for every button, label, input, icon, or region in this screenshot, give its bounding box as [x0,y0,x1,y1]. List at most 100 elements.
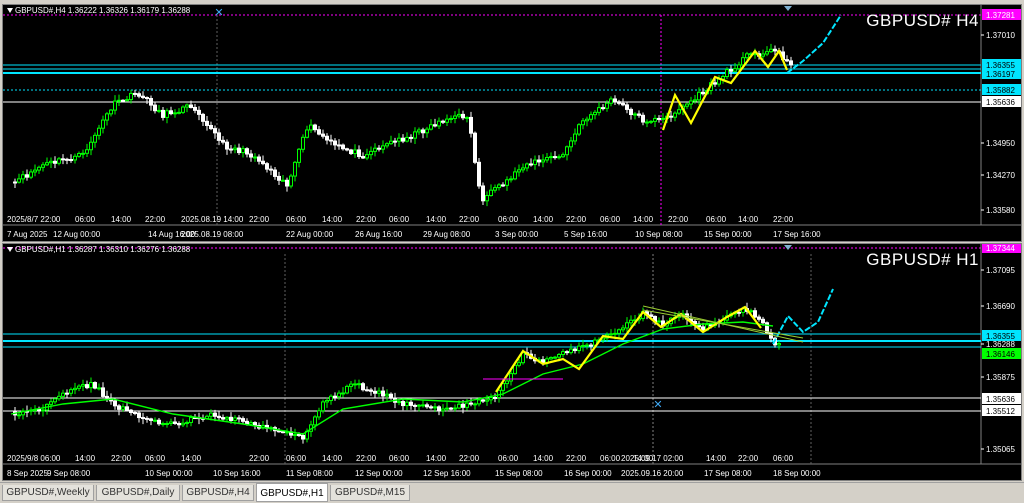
candle-body [13,181,17,184]
time-label: 06:00 [286,215,307,224]
time-label: 14:00 [322,215,343,224]
candle-body [569,348,573,354]
candle-body [369,150,373,156]
candle-body [225,416,229,420]
candle-body [257,156,261,162]
candle-body [489,396,493,401]
h4-price-plot[interactable]: ✕ 1.372811.370101.363551.361971.358821.35… [3,5,1022,242]
candle-body [553,356,557,359]
candle-body [749,310,753,313]
time-label: 7 Aug 2025 [7,230,48,239]
candle-body [449,407,453,410]
candle-body [109,109,113,115]
candle-body [337,392,341,398]
candle-body [121,99,125,102]
candle-body [385,393,389,397]
candle-body [153,104,157,112]
dropdown-triangle-icon[interactable] [7,247,13,253]
tab-daily[interactable]: GBPUSD#,Daily [96,485,180,501]
candle-body [581,120,585,126]
price-label: 1.35636 [986,98,1015,107]
candle-body [401,401,405,407]
candle-body [209,124,213,130]
chart-h1[interactable]: ✕ 1.37344 1.37095 1.36690 1.36355 1.36288 1.36… [2,243,1022,481]
candle-body [305,129,309,138]
candle-body [429,124,433,130]
candle-body [437,120,441,127]
candle-body [661,117,665,120]
tab-m15[interactable]: GBPUSD#,M15 [330,485,410,501]
candle-body [561,351,565,355]
candle-body [269,168,273,171]
candle-body [317,410,321,418]
candle-body [233,417,237,421]
candle-body [777,343,781,346]
candle-body [377,147,381,150]
time-label: 12 Sep 16:00 [423,469,471,478]
candle-body [557,156,561,159]
candle-body [197,109,201,115]
candle-body [605,102,609,109]
candle-body [41,409,45,412]
candle-body [509,178,513,181]
time-label: 14:00 [633,215,654,224]
candle-body [253,422,257,426]
candle-body [301,136,305,150]
time-label: 14:00 [533,215,554,224]
candle-body [573,133,577,142]
time-label: 22:00 [773,215,794,224]
time-label: 3 Sep 00:00 [495,230,539,239]
price-label: 1.35636 [986,395,1015,404]
h1-price-plot[interactable]: ✕1.373441.370951.366901.363551.362881.36… [3,244,1022,481]
candle-body [137,412,141,419]
candle-body [341,392,345,395]
time-label: 5 Sep 16:00 [564,230,608,239]
candle-body [85,384,89,389]
time-label: 06:00 [498,454,519,463]
time-label: 22:00 [738,454,759,463]
time-label: 06:00 [706,215,727,224]
candle-body [557,353,561,358]
candle-body [117,405,121,410]
chart-h4[interactable]: ✕ 1.37281 1.37010 1.36355 1.36197 1.35882 1.35… [2,4,1022,242]
time-label: 14:00 [75,454,96,463]
time-label: 11 Sep 08:00 [286,469,334,478]
candle-body [641,114,645,123]
candle-body [41,164,45,168]
time-label: 14:00 [322,454,343,463]
candle-body [413,404,417,407]
h4-symbol-title: GBPUSD# H4 [866,11,979,30]
tab-weekly[interactable]: GBPUSD#,Weekly [2,485,94,501]
candle-body [57,158,61,164]
tab-h4[interactable]: GBPUSD#,H4 [182,485,254,501]
tab-h1[interactable]: GBPUSD#,H1 [256,483,328,502]
candle-body [389,393,393,399]
time-label: 14:00 [426,215,447,224]
period-separator-marker [784,6,792,11]
time-label: 22:00 [459,454,480,463]
candle-body [181,106,185,113]
crosshair-x-icon: ✕ [214,7,223,19]
candle-body [333,140,337,146]
candle-body [165,422,169,425]
time-label: 2025/8/7 22:00 [7,215,61,224]
candle-body [149,418,153,421]
candle-body [537,159,541,163]
candle-body [361,156,365,159]
candle-body [25,174,29,178]
candle-body [349,383,353,387]
dropdown-triangle-icon[interactable] [7,8,13,14]
candle-body [77,385,81,389]
candle-body [609,98,613,104]
candle-body [745,53,749,59]
candle-body [349,149,353,155]
candle-body [193,106,197,111]
time-label: 22:00 [145,215,166,224]
candle-body [173,421,177,424]
candle-body [621,102,625,106]
candle-body [313,416,317,426]
candle-body [277,175,281,181]
candle-body [701,326,705,331]
candle-body [569,140,573,148]
candle-body [549,156,553,159]
